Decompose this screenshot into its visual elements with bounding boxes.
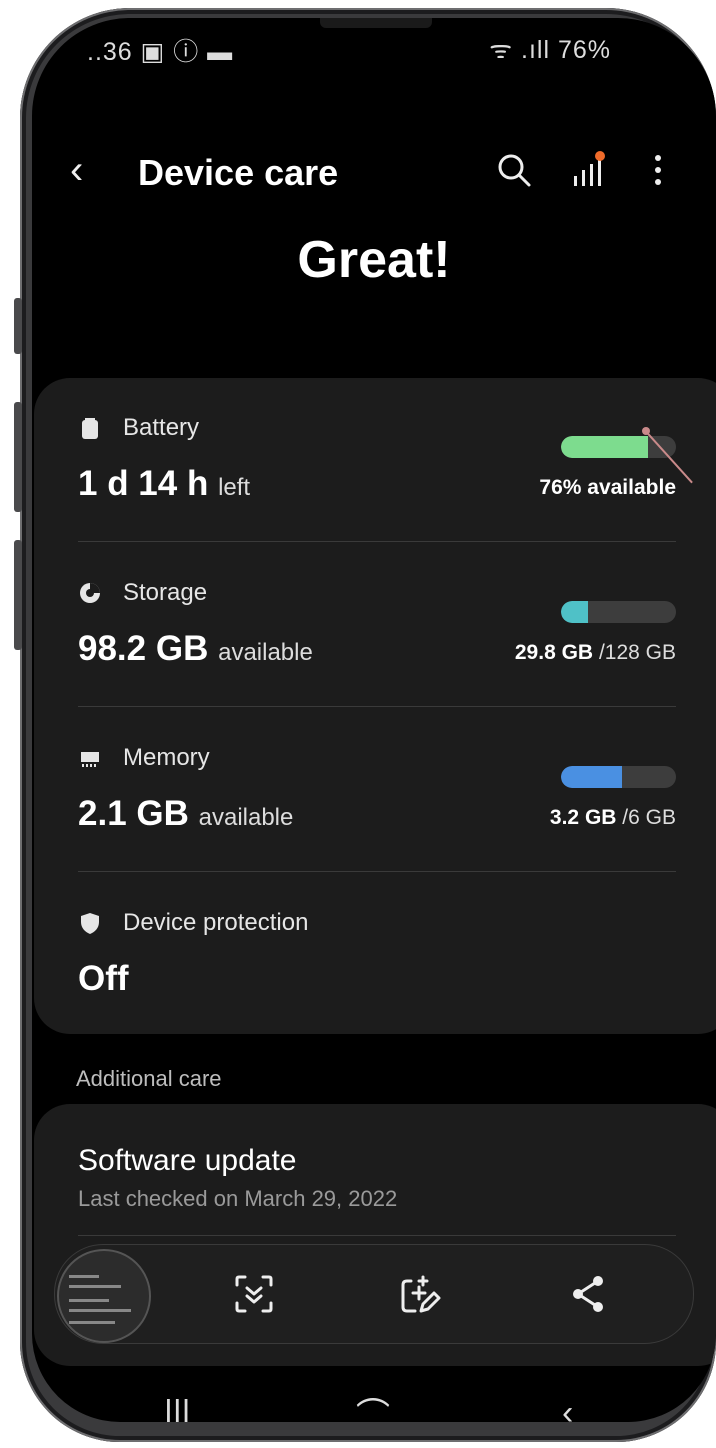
home-button[interactable]: ⌒ <box>356 1388 390 1422</box>
storage-unit: available <box>218 639 313 666</box>
battery-bar-fill <box>561 436 649 458</box>
divider <box>78 541 676 542</box>
camera-notch <box>320 18 432 28</box>
battery-label: Battery <box>123 414 200 441</box>
device-status-heading: Great! <box>297 231 451 289</box>
storage-used: 29.8 GB <box>514 641 594 664</box>
memory-bar-fill <box>561 766 623 788</box>
edit-screenshot-icon[interactable] <box>397 1271 443 1317</box>
memory-available: 2.1 GB <box>78 794 189 833</box>
device-protection-value: Off <box>78 959 129 998</box>
memory-used: 3.2 GB <box>549 806 617 829</box>
software-update-title: Software update <box>78 1144 297 1177</box>
memory-row[interactable]: Memory 2.1 GB available 3.2 GB /6 GB <box>78 744 676 854</box>
back-arrow-icon[interactable]: ‹ <box>70 148 83 192</box>
section-header: Additional care <box>76 1066 222 1091</box>
recent-apps-button[interactable]: ||| <box>164 1394 191 1422</box>
page-title: Device care <box>138 152 339 193</box>
battery-icon <box>82 418 98 439</box>
status-left: ..36 ▣ ⓘ ▬ <box>87 38 234 66</box>
storage-bar-fill <box>561 601 588 623</box>
divider <box>78 871 676 872</box>
screenshot-thumbnail[interactable] <box>57 1249 151 1343</box>
device-protection-row[interactable]: Device protection Off <box>78 909 676 1009</box>
storage-value: 98.2 GB available <box>78 629 313 669</box>
memory-label: Memory <box>123 744 210 771</box>
scroll-capture-icon[interactable] <box>231 1271 277 1317</box>
software-update-item[interactable]: Software update Last checked on March 29… <box>34 1104 716 1234</box>
storage-total: /128 GB <box>598 641 676 664</box>
device-protection-label: Device protection <box>123 909 309 936</box>
battery-row[interactable]: Battery 1 d 14 h left 76% available <box>78 414 676 524</box>
annotation-pointer-dot <box>642 427 650 435</box>
memory-chip-icon <box>81 752 99 767</box>
signal-diagnostics-icon[interactable] <box>568 148 612 192</box>
storage-caption: 29.8 GB /128 GB <box>515 641 676 665</box>
power-button <box>14 540 22 650</box>
storage-bar <box>561 601 676 623</box>
memory-caption: 3.2 GB /6 GB <box>550 806 676 830</box>
shield-icon <box>81 913 99 934</box>
nav-back-button[interactable]: ‹ <box>562 1394 573 1422</box>
app-bar: ‹ Device care <box>32 148 716 208</box>
divider <box>78 1235 676 1236</box>
software-update-subtitle: Last checked on March 29, 2022 <box>78 1186 398 1211</box>
device-care-card: Battery 1 d 14 h left 76% available Stor… <box>34 378 716 1034</box>
storage-available: 98.2 GB <box>78 629 209 668</box>
battery-time: 1 d 14 h <box>78 464 209 503</box>
battery-caption: 76% available <box>539 476 676 499</box>
screenshot-toolbar <box>54 1244 694 1344</box>
volume-up-button <box>14 298 22 354</box>
storage-label: Storage <box>123 579 208 606</box>
memory-bar <box>561 766 676 788</box>
memory-unit: available <box>198 804 294 831</box>
battery-unit: left <box>218 474 251 501</box>
status-right: ᯤ .ıll 76% <box>489 36 611 64</box>
volume-down-button <box>14 402 22 512</box>
battery-value: 1 d 14 h left <box>78 464 250 504</box>
search-icon[interactable] <box>492 148 536 192</box>
screen: ..36 ▣ ⓘ ▬ ᯤ .ıll 76% ‹ Device care Grea… <box>32 18 716 1422</box>
share-icon[interactable] <box>565 1271 611 1317</box>
storage-row[interactable]: Storage 98.2 GB available 29.8 GB /128 G… <box>78 579 676 689</box>
memory-total: /6 GB <box>622 806 676 829</box>
divider <box>78 706 676 707</box>
pie-chart-icon <box>80 583 100 603</box>
memory-value: 2.1 GB available <box>78 794 293 834</box>
more-vert-icon[interactable] <box>636 148 680 192</box>
